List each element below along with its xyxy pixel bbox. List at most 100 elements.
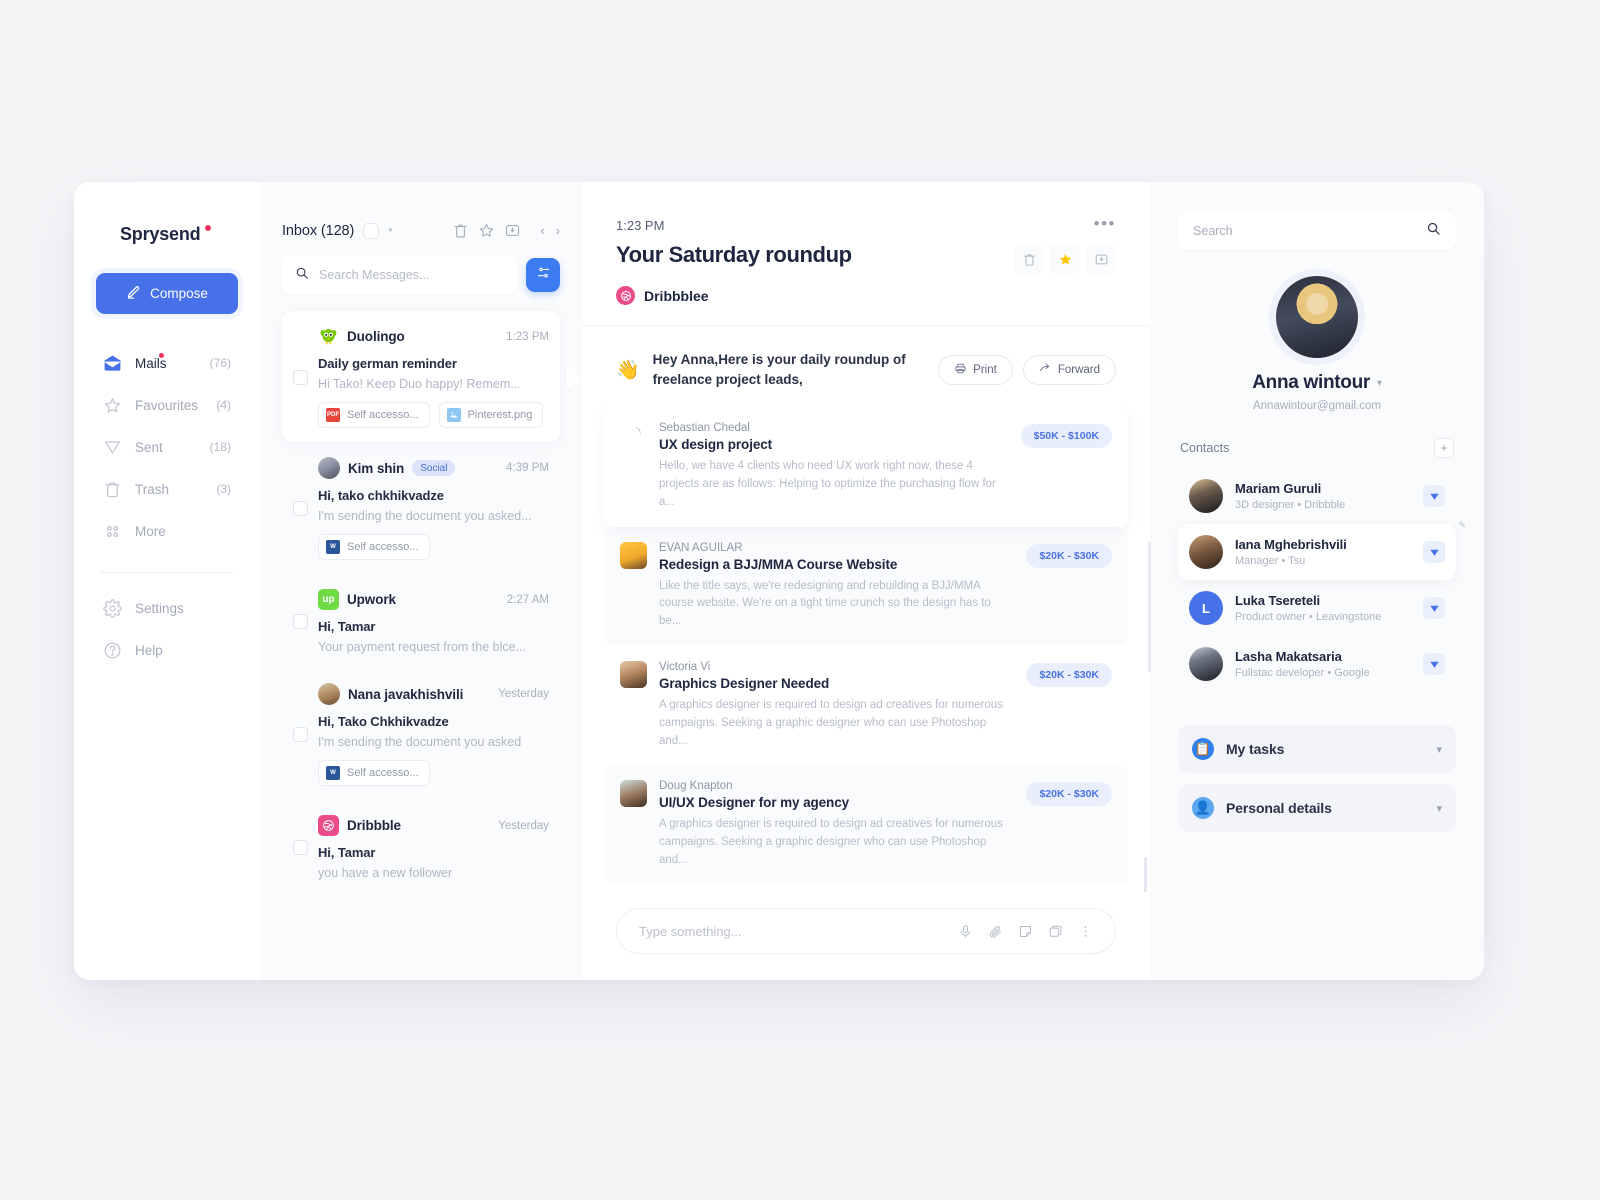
inbox-title: Inbox (128): [282, 222, 355, 239]
grid-icon: [103, 522, 122, 541]
job-description: A graphics designer is required to desig…: [659, 818, 1003, 867]
clipboard-icon: 📋: [1192, 738, 1214, 760]
job-title: UI/UX Designer for my agency: [659, 795, 850, 811]
list-item[interactable]: Duolingo 1:23 PM Daily german reminder H…: [282, 311, 580, 442]
duolingo-icon: [318, 326, 339, 347]
scrollbar[interactable]: [1144, 857, 1147, 892]
panel-label: Personal details: [1226, 800, 1332, 816]
sidebar-item-count: (18): [209, 440, 231, 454]
send-icon[interactable]: [1423, 541, 1445, 563]
job-card[interactable]: Sebastian Chedal UX design project Hello…: [604, 407, 1128, 527]
search-input[interactable]: [319, 268, 504, 282]
contact-role: Product owner • Leavingstone: [1235, 611, 1382, 623]
reply-input[interactable]: [639, 923, 958, 939]
mail-checkbox[interactable]: [293, 501, 308, 516]
email-detail-panel: ••• 1:23 PM Your Saturday roundup Dribbb…: [582, 182, 1150, 980]
attachment-chip[interactable]: Pinterest.png: [438, 402, 544, 428]
reply-input-wrapper[interactable]: [616, 908, 1116, 954]
chevron-down-icon[interactable]: ▾: [1436, 802, 1442, 815]
compose-button[interactable]: Compose: [96, 273, 238, 314]
star-icon[interactable]: [478, 222, 495, 239]
avatar: L: [1189, 591, 1223, 625]
search-input[interactable]: [1193, 224, 1426, 238]
contact-row[interactable]: Mariam Guruli 3D designer • Dribbble: [1178, 468, 1456, 524]
print-button[interactable]: Print: [938, 354, 1013, 385]
select-all-checkbox[interactable]: [363, 222, 380, 239]
send-icon[interactable]: [1423, 597, 1445, 619]
pencil-icon: [126, 285, 141, 303]
send-icon[interactable]: [1423, 485, 1445, 507]
sidebar-item-more[interactable]: More: [96, 512, 238, 550]
more-vertical-icon[interactable]: [1078, 924, 1093, 939]
trash-icon[interactable]: [1014, 244, 1044, 274]
mic-icon[interactable]: [958, 924, 973, 939]
trash-icon[interactable]: [452, 222, 469, 239]
mail-time: Yesterday: [498, 688, 549, 700]
contact-row[interactable]: ✎ Iana Mghebrishvili Manager • Tsu: [1178, 520, 1466, 580]
sidebar-item-settings[interactable]: Settings: [96, 589, 238, 627]
chevron-down-icon[interactable]: ▾: [388, 226, 393, 235]
job-card[interactable]: EVAN AGUILAR Redesign a BJJ/MMA Course W…: [604, 526, 1128, 646]
personal-details-panel[interactable]: 👤 Personal details ▾: [1178, 784, 1456, 832]
send-icon[interactable]: [1423, 653, 1445, 675]
job-description: Like the title says, we're redesigning a…: [659, 579, 991, 628]
scrollbar[interactable]: [1148, 542, 1151, 672]
contact-row[interactable]: Lasha Makatsaria Fullstac developer • Go…: [1178, 636, 1456, 692]
job-card[interactable]: Doug Knapton UI/UX Designer for my agenc…: [604, 765, 1128, 885]
forward-button[interactable]: Forward: [1022, 354, 1116, 385]
attachment-name: Self accesso...: [347, 409, 419, 421]
edit-icon[interactable]: ✎: [1458, 520, 1466, 531]
job-title: Redesign a BJJ/MMA Course Website: [659, 556, 898, 572]
sidebar-item-help[interactable]: Help: [96, 631, 238, 669]
sidebar-item-trash[interactable]: Trash (3): [96, 470, 238, 508]
prev-arrow-icon[interactable]: ‹: [540, 224, 544, 237]
list-item[interactable]: Dribbble Yesterday Hi, Tamar you have a …: [282, 800, 560, 894]
selection-pointer-icon: [567, 363, 580, 390]
mail-checkbox[interactable]: [293, 369, 308, 385]
next-arrow-icon[interactable]: ›: [556, 224, 560, 237]
job-title: UX design project: [659, 437, 773, 453]
reply-icons: [958, 924, 1093, 939]
search-icon[interactable]: [1426, 221, 1441, 241]
job-description: A graphics designer is required to desig…: [659, 699, 1003, 747]
profile-name-row[interactable]: Anna wintour ▾: [1178, 372, 1456, 394]
attachment-chip[interactable]: W Self accesso...: [318, 534, 430, 560]
add-contact-button[interactable]: +: [1434, 438, 1454, 458]
filter-button[interactable]: [526, 258, 560, 292]
attachment-row: W Self accesso...: [318, 534, 549, 560]
email-time: 1:23 PM: [616, 218, 665, 233]
my-tasks-panel[interactable]: 📋 My tasks ▾: [1178, 725, 1456, 773]
mail-checkbox[interactable]: [293, 840, 308, 855]
chevron-down-icon[interactable]: ▾: [1377, 378, 1382, 389]
status-badge: $20K - $30K: [1026, 782, 1112, 807]
job-card[interactable]: Victoria Vi Graphics Designer Needed A g…: [604, 646, 1128, 765]
copy-icon[interactable]: [1048, 924, 1063, 939]
avatar: [620, 541, 647, 569]
mail-list-panel: Inbox (128) ▾ ‹ › Search Messages... Duo…: [260, 182, 582, 980]
archive-icon[interactable]: [1086, 244, 1116, 274]
chevron-down-icon[interactable]: ▾: [1436, 743, 1442, 756]
sidebar-item-favourites[interactable]: Favourites (4): [96, 386, 238, 424]
more-horizontal-icon[interactable]: •••: [1094, 214, 1116, 234]
mail-checkbox[interactable]: [293, 614, 308, 629]
archive-icon[interactable]: [504, 222, 521, 239]
list-item[interactable]: Kim shin Social 4:39 PM Hi, tako chkhikv…: [282, 442, 560, 574]
sidebar-item-sent[interactable]: Sent (18): [96, 428, 238, 466]
contact-search-box[interactable]: [1178, 212, 1456, 250]
search-messages-box[interactable]: [282, 256, 517, 294]
sidebar-item-mails[interactable]: Mails (76): [96, 344, 238, 382]
list-item[interactable]: up Upwork 2:27 AM Hi, Tamar Your payment…: [282, 574, 560, 668]
avatar: [620, 780, 647, 808]
star-filled-icon[interactable]: [1050, 244, 1080, 274]
job-card[interactable]: Victoria Vi Graphics Designer Needed A g…: [604, 885, 1128, 892]
list-item[interactable]: Nana javakhishvili Yesterday Hi, Tako Ch…: [282, 668, 560, 800]
contact-role: 3D designer • Dribbble: [1235, 499, 1346, 511]
wave-icon: 👋: [616, 359, 640, 381]
attachment-icon[interactable]: [988, 924, 1003, 939]
sticker-icon[interactable]: [1018, 924, 1033, 939]
mail-checkbox[interactable]: [293, 727, 308, 742]
mail-time: 2:27 AM: [506, 593, 549, 606]
attachment-chip[interactable]: PDF Self accesso...: [318, 402, 430, 428]
contact-row[interactable]: L Luka Tsereteli Product owner • Leaving…: [1178, 580, 1456, 636]
attachment-chip[interactable]: W Self accesso...: [318, 760, 430, 786]
